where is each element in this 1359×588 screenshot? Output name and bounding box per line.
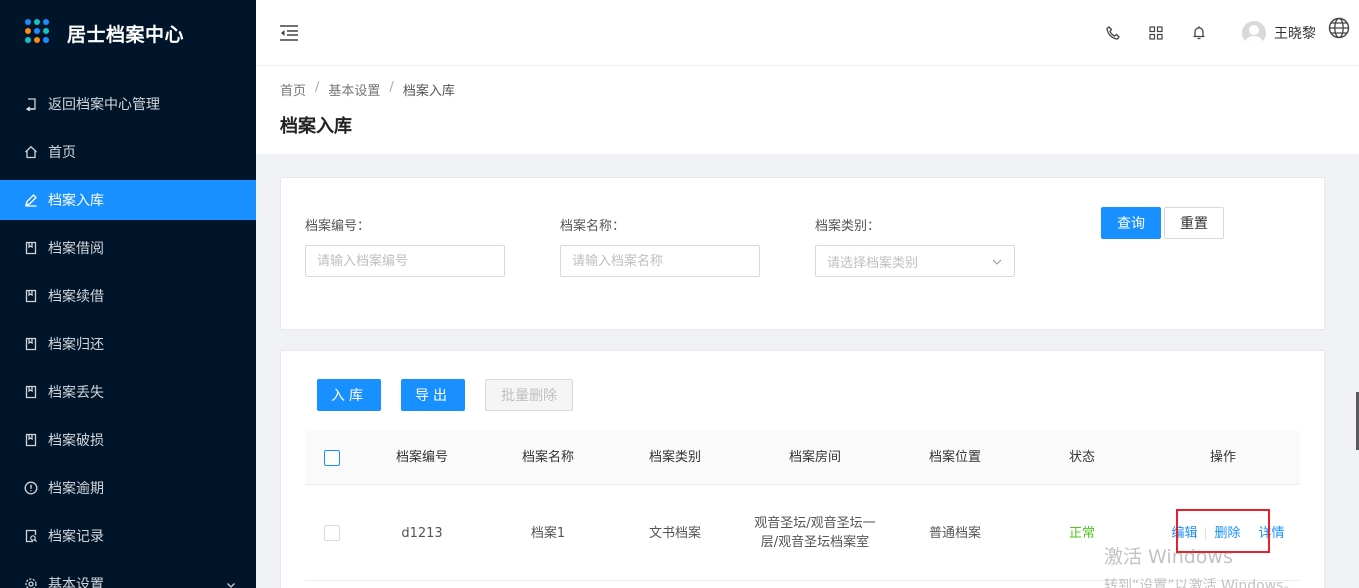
bell-icon[interactable]: [1191, 25, 1207, 41]
user-name[interactable]: 王晓黎: [1274, 23, 1316, 43]
sidebar-item-return[interactable]: 返回档案中心管理: [0, 84, 256, 124]
cell-location: 普通档案: [928, 525, 981, 541]
breadcrumb-separator: /: [315, 80, 320, 95]
sidebar-item-label: 档案丢失: [48, 385, 104, 401]
grid-icon[interactable]: [1148, 25, 1164, 41]
sidebar-item-label: 档案借阅: [48, 241, 104, 257]
file-search-icon: [24, 529, 38, 543]
breadcrumb-home[interactable]: 首页: [280, 80, 306, 99]
avatar[interactable]: [1242, 21, 1266, 45]
archive-category-placeholder: 请选择档案类别: [827, 255, 919, 271]
file-icon: [24, 241, 38, 255]
home-icon: [24, 145, 38, 159]
archive-code-label: 档案编号：: [305, 219, 371, 234]
column-header: 档案名称: [521, 450, 574, 465]
sidebar-item-renew[interactable]: 档案续借: [0, 276, 256, 316]
breadcrumb-settings[interactable]: 基本设置: [328, 80, 380, 99]
menu-fold-icon[interactable]: [279, 24, 299, 42]
sidebar-item-home[interactable]: 首页: [0, 132, 256, 172]
archive-code-input[interactable]: [305, 245, 505, 277]
breadcrumb-separator: /: [389, 80, 394, 95]
column-header: 状态: [1068, 450, 1095, 465]
sidebar-item-label: 首页: [48, 145, 76, 161]
import-button[interactable]: 入库: [317, 379, 381, 411]
sidebar-item-settings[interactable]: 基本设置: [0, 564, 256, 588]
file-icon: [24, 433, 38, 447]
cell-name: 档案1: [530, 525, 566, 541]
sidebar-item-label: 档案续借: [48, 289, 104, 305]
sidebar-item-damaged[interactable]: 档案破损: [0, 420, 256, 460]
return-icon: [24, 97, 38, 111]
column-header: 操作: [1209, 450, 1236, 465]
watermark-line1: 激活 Windows: [1104, 546, 1233, 568]
header-actions: 王晓黎: [1105, 0, 1359, 66]
file-icon: [24, 289, 38, 303]
cell-code: d1213: [401, 525, 443, 541]
windows-activation-watermark: 激活 Windows 转到“设置”以激活 Windows。: [1104, 542, 1297, 588]
cell-category: 文书档案: [648, 525, 701, 541]
top-header: 王晓黎: [256, 0, 1359, 66]
alert-circle-icon: [24, 481, 38, 495]
sidebar-item-label: 档案记录: [48, 529, 104, 545]
archive-name-label: 档案名称：: [560, 219, 626, 234]
sidebar-item-label: 档案归还: [48, 337, 104, 353]
sidebar-item-label: 基本设置: [48, 577, 104, 588]
page-header: 首页 / 基本设置 / 档案入库 档案入库: [256, 66, 1359, 154]
logo-icon: [25, 19, 53, 47]
sidebar-item-label: 返回档案中心管理: [48, 97, 160, 113]
sidebar-item-records[interactable]: 档案记录: [0, 516, 256, 556]
reset-button[interactable]: 重置: [1164, 207, 1224, 239]
table-header: 档案编号 档案名称 档案类别 档案房间 档案位置 状态 操作: [305, 431, 1300, 485]
sidebar-item-return-archive[interactable]: 档案归还: [0, 324, 256, 364]
column-header: 档案编号: [395, 450, 448, 465]
watermark-line2: 转到“设置”以激活 Windows。: [1104, 578, 1298, 588]
chevron-down-icon: [992, 256, 1002, 266]
app-logo[interactable]: 居士档案中心: [0, 0, 256, 66]
archive-name-input[interactable]: [560, 245, 760, 277]
batch-delete-button[interactable]: 批量删除: [485, 379, 573, 411]
row-checkbox[interactable]: [324, 525, 340, 541]
sidebar-item-archive-inbound[interactable]: 档案入库: [0, 180, 256, 220]
search-panel: 档案编号： 档案名称： 档案类别： 请选择档案类别 查询 重置: [280, 177, 1325, 330]
file-icon: [24, 337, 38, 351]
archive-category-select[interactable]: 请选择档案类别: [815, 245, 1015, 277]
select-all-checkbox[interactable]: [324, 450, 340, 466]
sidebar-item-lost[interactable]: 档案丢失: [0, 372, 256, 412]
sidebar-item-label: 档案逾期: [48, 481, 104, 497]
sidebar-menu: 返回档案中心管理 首页 档案入库 档案借阅 档案续借 档案归还 档案丢失 档案破…: [0, 84, 256, 588]
sidebar-item-label: 档案破损: [48, 433, 104, 449]
globe-icon[interactable]: [1328, 17, 1350, 39]
edit-icon: [24, 193, 38, 207]
chevron-down-icon: [226, 578, 236, 588]
sidebar-item-label: 档案入库: [48, 193, 104, 209]
sidebar-item-borrow[interactable]: 档案借阅: [0, 228, 256, 268]
archive-category-label: 档案类别：: [815, 219, 881, 234]
export-button[interactable]: 导出: [401, 379, 465, 411]
file-icon: [24, 385, 38, 399]
breadcrumb-current: 档案入库: [402, 84, 455, 99]
column-header: 档案类别: [648, 450, 701, 465]
query-button[interactable]: 查询: [1101, 207, 1161, 239]
cell-room: 观音圣坛/观音圣坛一层/观音圣坛档案室: [754, 516, 876, 550]
phone-icon[interactable]: [1105, 25, 1121, 41]
sidebar-item-overdue[interactable]: 档案逾期: [0, 468, 256, 508]
sidebar: 居士档案中心 返回档案中心管理 首页 档案入库 档案借阅 档案续借 档案归还 档…: [0, 0, 256, 588]
app-title: 居士档案中心: [67, 23, 185, 46]
column-header: 档案位置: [928, 450, 981, 465]
gear-icon: [24, 577, 38, 588]
column-header: 档案房间: [788, 450, 841, 465]
page-title: 档案入库: [280, 116, 352, 137]
breadcrumb: 首页 / 基本设置 / 档案入库: [280, 80, 455, 99]
